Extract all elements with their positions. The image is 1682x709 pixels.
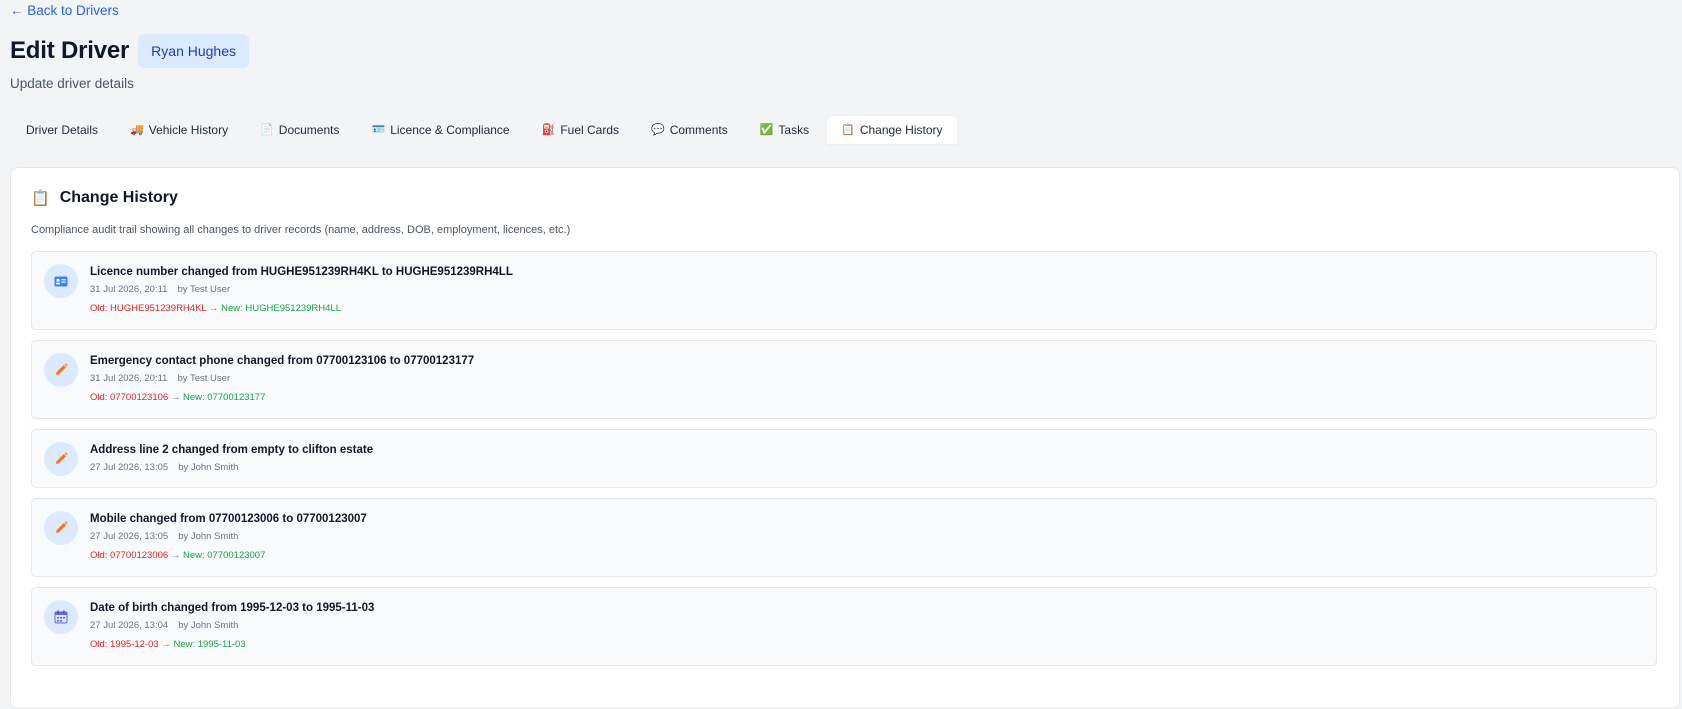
checkbox-icon: ✅ xyxy=(759,123,774,136)
old-value: Old: 07700123006 xyxy=(90,550,169,561)
entry-author: by Test User xyxy=(177,373,231,384)
tab-label: Vehicle History xyxy=(148,123,229,137)
entry-title: Licence number changed from HUGHE951239R… xyxy=(90,266,513,278)
entry-title: Emergency contact phone changed from 077… xyxy=(90,355,475,367)
entry-author: by John Smith xyxy=(178,531,239,542)
document-icon: 📄 xyxy=(260,123,274,136)
id-card-icon: 🪪 xyxy=(371,123,386,136)
old-value: Old: HUGHE951239RH4KL xyxy=(90,303,207,314)
back-to-drivers-link[interactable]: ← Back to Drivers xyxy=(10,3,119,18)
entry-timestamp: 27 Jul 2026, 13:05 xyxy=(90,531,169,542)
panel-header: 📋 Change History xyxy=(31,189,178,207)
tab-label: Change History xyxy=(859,123,943,137)
truck-icon: 🚚 xyxy=(130,123,144,136)
page-subtitle: Update driver details xyxy=(10,76,134,91)
licence-card-icon xyxy=(44,264,78,298)
page-title: Edit Driver xyxy=(10,37,130,64)
tab-vehicle-history[interactable]: 🚚 Vehicle History xyxy=(116,116,242,144)
old-value: Old: 07700123106 xyxy=(90,392,169,403)
pencil-icon xyxy=(44,353,78,387)
tab-fuel-cards[interactable]: ⛽ Fuel Cards xyxy=(528,116,633,144)
change-history-list: Licence number changed from HUGHE951239R… xyxy=(31,251,1657,676)
new-value: New: 07700123177 xyxy=(182,392,266,403)
tab-driver-details[interactable]: Driver Details xyxy=(12,116,112,144)
entry-author: by John Smith xyxy=(178,462,239,473)
history-entry: Mobile changed from 07700123006 to 07700… xyxy=(31,498,1657,577)
history-entry: Date of birth changed from 1995-12-03 to… xyxy=(31,587,1657,666)
panel-description: Compliance audit trail showing all chang… xyxy=(31,224,571,236)
new-value: New: 1995-11-03 xyxy=(173,639,246,650)
tab-label: Comments xyxy=(669,123,728,137)
history-entry: Emergency contact phone changed from 077… xyxy=(31,340,1657,419)
calendar-icon xyxy=(44,600,78,634)
tab-change-history[interactable]: 📋 Change History xyxy=(827,116,957,144)
tab-label: Driver Details xyxy=(26,123,99,137)
entry-author: by John Smith xyxy=(178,620,239,631)
new-value: New: HUGHE951239RH4LL xyxy=(221,303,341,314)
arrow: → xyxy=(170,392,181,403)
tab-tasks[interactable]: ✅ Tasks xyxy=(746,116,823,144)
driver-name-badge: Ryan Hughes xyxy=(138,34,249,68)
tab-label: Documents xyxy=(278,123,340,137)
tab-licence-compliance[interactable]: 🪪 Licence & Compliance xyxy=(358,116,524,144)
entry-title: Mobile changed from 07700123006 to 07700… xyxy=(90,513,367,525)
history-entry: Address line 2 changed from empty to cli… xyxy=(31,429,1657,488)
arrow: → xyxy=(161,639,171,650)
pencil-icon xyxy=(44,442,78,476)
history-entry: Licence number changed from HUGHE951239R… xyxy=(31,251,1657,330)
new-value: New: 07700123007 xyxy=(182,550,266,561)
entry-timestamp: 31 Jul 2026, 20:11 xyxy=(90,284,168,295)
fuel-pump-icon: ⛽ xyxy=(541,123,556,136)
entry-timestamp: 31 Jul 2026, 20:11 xyxy=(90,373,168,384)
tab-label: Licence & Compliance xyxy=(390,123,510,137)
entry-title: Address line 2 changed from empty to cli… xyxy=(90,444,374,456)
speech-bubble-icon: 💬 xyxy=(651,123,665,136)
arrow: → xyxy=(208,303,219,314)
tab-comments[interactable]: 💬 Comments xyxy=(637,116,742,144)
tab-label: Fuel Cards xyxy=(560,123,619,137)
clipboard-icon: 📋 xyxy=(31,190,50,207)
panel-title: Change History xyxy=(59,189,178,206)
entry-timestamp: 27 Jul 2026, 13:04 xyxy=(90,620,169,631)
arrow: → xyxy=(170,550,181,561)
title-row: Edit Driver Ryan Hughes xyxy=(10,34,249,68)
pencil-icon xyxy=(44,511,78,545)
tab-label: Tasks xyxy=(778,123,810,137)
entry-title: Date of birth changed from 1995-12-03 to… xyxy=(90,602,375,614)
tab-documents[interactable]: 📄 Documents xyxy=(246,116,353,144)
change-history-panel: 📋 Change History Compliance audit trail … xyxy=(10,167,1680,709)
tab-bar: Driver Details 🚚 Vehicle History 📄 Docum… xyxy=(12,116,957,144)
clipboard-icon: 📋 xyxy=(841,123,855,136)
entry-timestamp: 27 Jul 2026, 13:05 xyxy=(90,462,169,473)
entry-author: by Test User xyxy=(177,284,231,295)
old-value: Old: 1995-12-03 xyxy=(90,639,159,650)
